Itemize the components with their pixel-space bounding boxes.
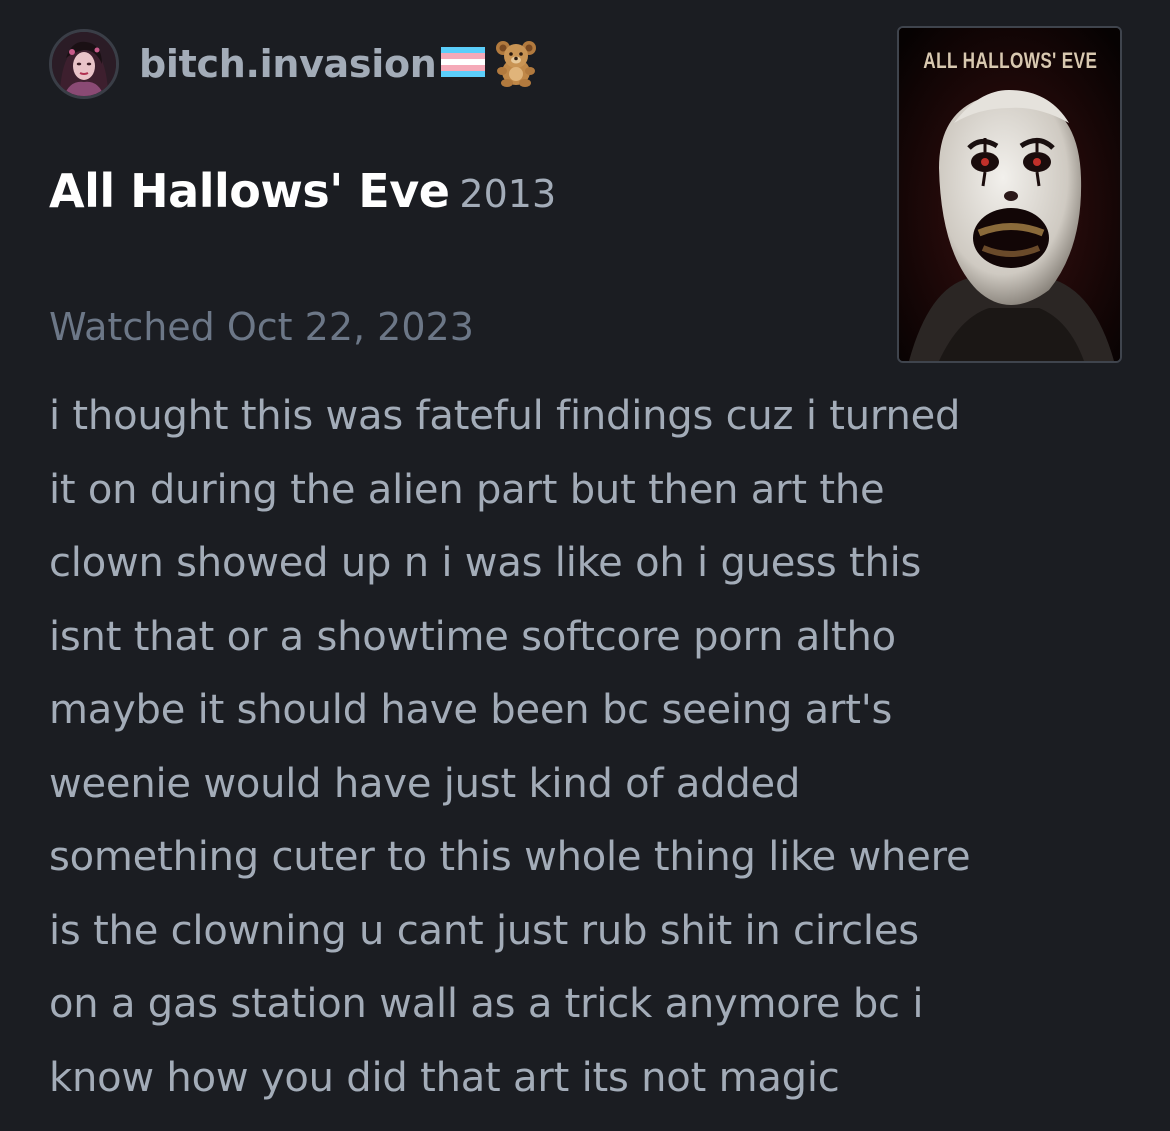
review-header: bitch.invasion bbox=[49, 26, 541, 102]
review-line: isnt that or a showtime softcore porn al… bbox=[49, 613, 896, 660]
transgender-flag-icon bbox=[440, 47, 485, 81]
watched-date: Watched Oct 22, 2023 bbox=[49, 305, 474, 349]
review-body: i thought this was fateful findings cuz … bbox=[49, 380, 1129, 1115]
review-line: on a gas station wall as a trick anymore… bbox=[49, 981, 924, 1027]
teddy-bear-icon bbox=[491, 37, 541, 91]
film-year[interactable]: 2013 bbox=[459, 172, 556, 216]
film-poster[interactable]: ALL HALLOWS' EVE bbox=[897, 26, 1122, 363]
poster-title-text: ALL HALLOWS' EVE bbox=[923, 48, 1098, 73]
username-row: bitch.invasion bbox=[139, 37, 541, 91]
review-line: know how you did that art its not magic bbox=[49, 1054, 840, 1101]
film-title-link[interactable]: All Hallows' Eve bbox=[49, 164, 450, 218]
review-line: something cuter to this whole thing like… bbox=[49, 834, 971, 880]
review-line: i thought this was fateful findings cuz … bbox=[49, 393, 961, 439]
username-link[interactable]: bitch.invasion bbox=[139, 42, 437, 86]
review-line: clown showed up n i was like oh i guess … bbox=[49, 540, 922, 586]
review-line: is the clowning u cant just rub shit in … bbox=[49, 907, 919, 954]
film-title-row: All Hallows' Eve 2013 bbox=[49, 164, 556, 218]
review-line: maybe it should have been bc seeing art'… bbox=[49, 687, 893, 733]
user-avatar[interactable] bbox=[49, 29, 119, 99]
review-line: it on during the alien part but then art… bbox=[49, 466, 885, 513]
review-line: weenie would have just kind of added bbox=[49, 760, 801, 807]
